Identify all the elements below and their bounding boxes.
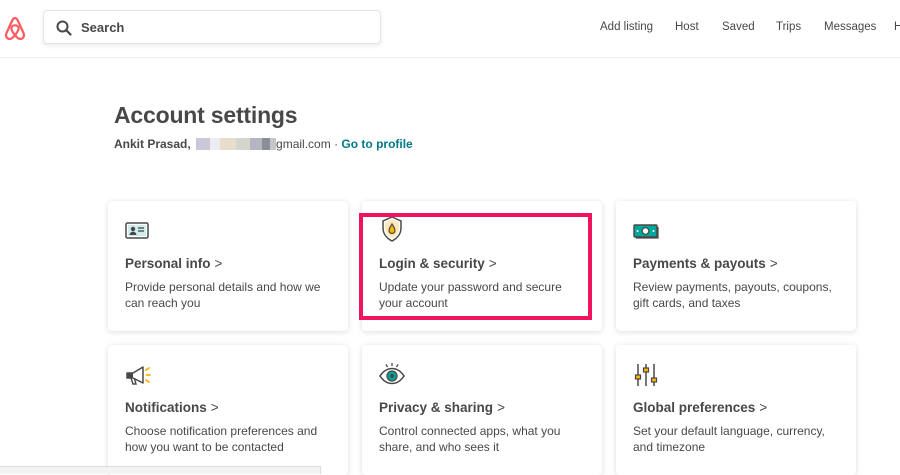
card-description: Update your password and secure your acc… — [379, 280, 562, 310]
chevron-right-icon: > — [210, 400, 219, 415]
nav-saved[interactable]: Saved — [722, 21, 755, 33]
eye-icon — [379, 363, 405, 385]
card-personal-info[interactable]: Personal info > Provide personal details … — [108, 201, 348, 331]
card-title: Login & security > — [379, 256, 497, 271]
email-suffix: gmail.com — [276, 137, 331, 151]
card-title: Payments & payouts > — [633, 256, 778, 271]
nav-help[interactable]: H — [894, 21, 900, 33]
megaphone-icon — [126, 366, 151, 385]
top-nav: Add listing Host Saved Trips Messages H — [0, 21, 900, 37]
card-title: Privacy & sharing > — [379, 400, 505, 415]
card-login-security[interactable]: Login & security > Update your password a… — [362, 201, 602, 331]
card-title: Global preferences > — [633, 400, 768, 415]
card-description: Choose notification preferences and how … — [125, 424, 318, 454]
chevron-right-icon: > — [488, 256, 497, 271]
card-description: Set your default language, currency, and… — [633, 424, 825, 454]
shield-icon — [382, 216, 402, 242]
card-global-preferences[interactable]: Global preferences > Set your default lan… — [616, 345, 856, 475]
card-notifications[interactable]: Notifications > Choose notification prefe… — [108, 345, 348, 475]
card-privacy-sharing[interactable]: Privacy & sharing > Control connected app… — [362, 345, 602, 475]
card-title: Personal info > — [125, 256, 223, 271]
card-description: Review payments, payouts, coupons, gift … — [633, 280, 832, 310]
card-payments-payouts[interactable]: Payments & payouts > Review payments, pay… — [616, 201, 856, 331]
nav-messages[interactable]: Messages — [824, 21, 876, 33]
chevron-right-icon: > — [759, 400, 768, 415]
sliders-icon — [634, 364, 658, 386]
nav-add-listing[interactable]: Add listing — [600, 21, 653, 33]
money-icon — [633, 224, 659, 239]
page-title: Account settings — [114, 102, 298, 128]
separator: · — [330, 137, 342, 151]
account-subline: Ankit Prasad, gmail.com · Go to profile — [114, 137, 413, 151]
go-to-profile-link[interactable]: Go to profile — [341, 137, 412, 151]
card-description: Control connected apps, what you share, … — [379, 424, 561, 454]
top-header: Add listing Host Saved Trips Messages H — [0, 0, 900, 58]
card-description: Provide personal details and how we can … — [125, 280, 321, 310]
email-redacted — [196, 137, 277, 151]
nav-host[interactable]: Host — [675, 21, 699, 33]
nav-trips[interactable]: Trips — [776, 21, 801, 33]
account-name: Ankit Prasad, — [114, 137, 191, 151]
chevron-right-icon: > — [214, 256, 223, 271]
id-card-icon — [125, 222, 149, 239]
card-title: Notifications > — [125, 400, 219, 415]
chevron-right-icon: > — [769, 256, 778, 271]
chevron-right-icon: > — [497, 400, 505, 415]
